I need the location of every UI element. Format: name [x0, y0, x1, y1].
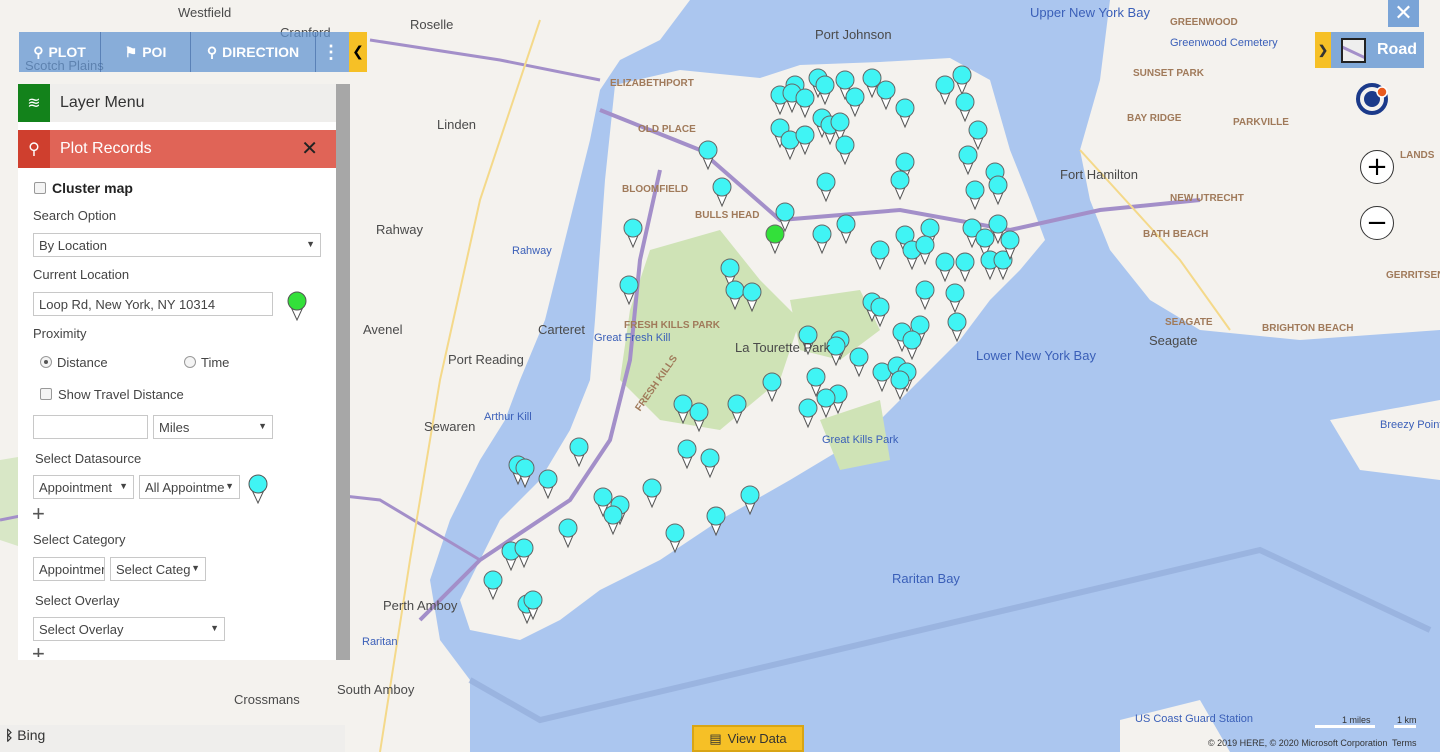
map-label: Rahway [376, 222, 423, 237]
category-select[interactable]: Select Categ ▼ [110, 557, 206, 581]
map-label: Greenwood Cemetery [1170, 37, 1278, 49]
search-option-select[interactable]: By Location ▼ [33, 233, 321, 257]
datasource-label: Select Datasource [35, 451, 142, 466]
cluster-map-checkbox[interactable]: Cluster map [34, 180, 133, 196]
side-panel: ≋ Layer Menu ⚲ Plot Records ✕ Cluster ma… [18, 84, 336, 660]
poi-icon: ⚑ [124, 43, 138, 60]
more-vertical-icon[interactable]: ⋮ [316, 32, 346, 72]
current-location-pin-icon[interactable] [286, 291, 308, 321]
map-label: FRESH KILLS PARK [624, 320, 720, 331]
datasource-select[interactable]: Appointment ▼ [33, 475, 134, 499]
layers-icon: ≋ [18, 84, 50, 122]
plot-records-header: ⚲ Plot Records ✕ [18, 130, 336, 168]
direction-button[interactable]: ⚲ DIRECTION [191, 32, 316, 72]
map-label: PARKVILLE [1233, 117, 1289, 128]
overlay-select[interactable]: Select Overlay ▼ [33, 617, 225, 641]
bottom-left-bar [0, 725, 345, 752]
map-label: US Coast Guard Station [1135, 713, 1254, 725]
layer-menu-header[interactable]: ≋ Layer Menu [18, 84, 336, 122]
map-label: Lower New York Bay [976, 348, 1096, 363]
map-style-button[interactable]: ❯ Road [1315, 32, 1424, 68]
chevron-right-icon: ❯ [1315, 32, 1331, 68]
map-label: OLD PLACE [638, 124, 696, 135]
map-label: BLOOMFIELD [622, 184, 689, 195]
map-label: Seagate [1149, 333, 1198, 348]
zoom-out-button[interactable]: − [1360, 206, 1394, 240]
close-icon[interactable]: ✕ [301, 136, 318, 161]
table-icon: ▤ [709, 730, 722, 746]
terms-link[interactable]: Terms [1392, 738, 1417, 748]
close-icon[interactable]: ✕ [1388, 0, 1419, 27]
map-pin-icon: ⚲ [18, 130, 50, 168]
map-label: South Amboy [337, 682, 415, 697]
map-label: SEAGATE [1165, 317, 1213, 328]
show-travel-distance-checkbox[interactable]: Show Travel Distance [40, 387, 184, 402]
add-datasource-icon[interactable]: + [32, 501, 45, 527]
current-location-label: Current Location [33, 267, 130, 282]
top-toolbar: ⚲ PLOT ⚑ POI ⚲ DIRECTION ⋮ [19, 32, 349, 72]
add-overlay-icon[interactable]: + [32, 643, 45, 657]
map-label: Great Kills Park [822, 434, 899, 446]
layer-menu-title: Layer Menu [60, 94, 145, 111]
bing-icon: ᛒ [5, 727, 14, 743]
map-label: GREENWOOD [1170, 17, 1238, 28]
map-label: Breezy Point Park [1380, 419, 1440, 431]
distance-radio[interactable]: Distance [40, 355, 108, 370]
map-label: La Tourette Park [735, 340, 831, 355]
chevron-left-icon[interactable]: ❮ [349, 32, 367, 72]
view-data-button[interactable]: ▤ View Data [692, 725, 804, 752]
map-label: Crossmans [234, 692, 300, 707]
map-label: BAY RIDGE [1127, 113, 1182, 124]
map-label: BRIGHTON BEACH [1262, 323, 1354, 334]
time-radio[interactable]: Time [184, 355, 229, 370]
map-label: LANDS [1400, 150, 1435, 161]
map-label: Raritan [362, 636, 398, 648]
map-pin-icon: ⚲ [33, 43, 44, 60]
map-label: Roselle [410, 17, 454, 32]
road-map-icon [1341, 37, 1366, 63]
direction-icon: ⚲ [206, 43, 218, 60]
map-label: Fort Hamilton [1060, 167, 1139, 182]
map-label: SUNSET PARK [1133, 68, 1204, 79]
proximity-label: Proximity [33, 326, 87, 341]
map-label: Rahway [512, 245, 552, 257]
map-label: BULLS HEAD [695, 210, 760, 221]
map-label: Great Fresh Kill [594, 332, 671, 344]
map-label: Arthur Kill [484, 411, 532, 423]
locate-globe-icon[interactable] [1355, 81, 1391, 117]
bing-logo[interactable]: ᛒ Bing [5, 727, 45, 743]
category-entity-select[interactable]: Appointmer [33, 557, 105, 581]
plot-button[interactable]: ⚲ PLOT [19, 32, 101, 72]
current-location-input[interactable]: Loop Rd, New York, NY 10314 [33, 292, 273, 316]
map-label: Perth Amboy [383, 598, 458, 613]
plot-records-title: Plot Records [60, 140, 152, 157]
map-label: BATH BEACH [1143, 229, 1209, 240]
scale-miles: 1 miles [1315, 715, 1375, 728]
map-label: Raritan Bay [892, 571, 960, 586]
unit-select[interactable]: Miles ▼ [153, 415, 273, 439]
map-label: Westfield [178, 5, 232, 20]
category-label: Select Category [33, 532, 126, 547]
search-option-label: Search Option [33, 208, 117, 223]
overlay-label: Select Overlay [35, 593, 120, 608]
panel-scrollbar[interactable] [336, 84, 350, 660]
map-label: NEW UTRECHT [1170, 193, 1244, 204]
zoom-in-button[interactable]: + [1360, 150, 1394, 184]
scale-km: 1 km [1394, 715, 1417, 728]
map-label: ELIZABETHPORT [610, 78, 694, 89]
distance-input[interactable] [33, 415, 148, 439]
map-label: Carteret [538, 322, 585, 337]
view-select[interactable]: All Appointme ▼ [139, 475, 240, 499]
map-label: Port Johnson [815, 27, 892, 42]
map-label: Upper New York Bay [1030, 5, 1150, 20]
map-label: Avenel [363, 322, 403, 337]
map-label: Port Reading [448, 352, 524, 367]
map-label: GERRITSEN [1386, 270, 1440, 281]
poi-button[interactable]: ⚑ POI [101, 32, 191, 72]
map-label: Linden [437, 117, 477, 132]
datasource-pin-icon[interactable] [247, 474, 269, 504]
copyright: © 2019 HERE, © 2020 Microsoft Corporatio… [1208, 738, 1388, 748]
map-label: Sewaren [424, 419, 476, 434]
